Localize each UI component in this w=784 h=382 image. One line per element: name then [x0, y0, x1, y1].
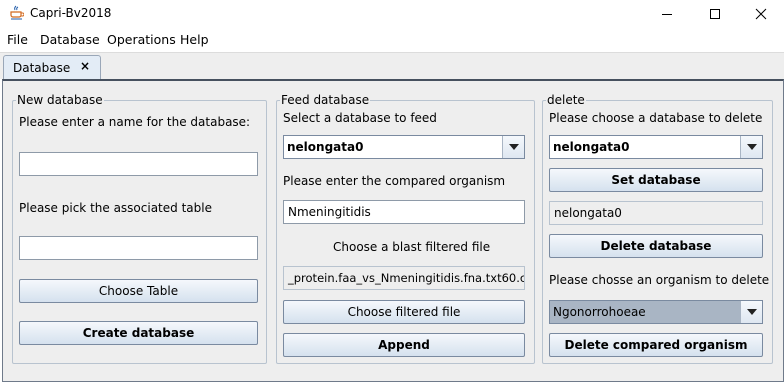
feed-database-group: Feed database Select a database to feed …: [276, 93, 535, 364]
chevron-down-icon[interactable]: [502, 136, 524, 158]
blast-file-path: _protein.faa_vs_Nmeningitidis.fna.txt60.…: [283, 266, 525, 290]
minimize-button[interactable]: [644, 0, 690, 28]
close-icon: [755, 8, 767, 20]
feed-database-select[interactable]: nelongata0: [283, 135, 525, 159]
tab-strip: Database ×: [0, 52, 784, 81]
minimize-icon: [662, 14, 672, 15]
window-title: Capri-Bv2018: [30, 6, 112, 20]
set-database-button[interactable]: Set database: [549, 168, 763, 192]
delete-organism-label: Please chosse an organism to delete: [549, 273, 770, 287]
delete-database-button[interactable]: Delete database: [549, 234, 763, 258]
current-db-field: nelongata0: [549, 201, 763, 225]
choose-filtered-file-button[interactable]: Choose filtered file: [283, 300, 525, 324]
java-app-icon: [10, 5, 24, 20]
choose-table-button[interactable]: Choose Table: [19, 279, 258, 303]
delete-selected-db: nelongata0: [553, 140, 630, 154]
delete-organism-select[interactable]: Ngonorrohoeae: [549, 300, 763, 324]
delete-selected-organism: Ngonorrohoeae: [553, 305, 646, 319]
chevron-down-icon[interactable]: [740, 136, 762, 158]
menu-database[interactable]: Database: [40, 32, 100, 47]
delete-group: delete Please choose a database to delet…: [542, 93, 773, 364]
organism-input[interactable]: Nmeningitidis: [283, 200, 525, 224]
feed-database-legend: Feed database: [280, 93, 371, 107]
new-database-group: New database Please enter a name for the…: [12, 93, 267, 364]
db-name-label: Please enter a name for the database:: [19, 115, 251, 129]
menu-file[interactable]: File: [7, 32, 28, 47]
chevron-down-icon[interactable]: [740, 301, 762, 323]
delete-organism-button[interactable]: Delete compared organism: [549, 333, 763, 357]
menu-help[interactable]: Help: [180, 32, 209, 47]
tab-close-icon[interactable]: ×: [80, 59, 90, 73]
delete-choose-label: Please choose a database to delete: [549, 111, 763, 125]
close-window-button[interactable]: [738, 0, 784, 28]
delete-database-select[interactable]: nelongata0: [549, 135, 763, 159]
organism-label: Please enter the compared organism: [283, 174, 506, 188]
create-database-button[interactable]: Create database: [19, 321, 258, 345]
feed-selected-db: nelongata0: [287, 140, 364, 154]
tab-label: Database: [13, 61, 71, 75]
delete-legend: delete: [546, 93, 586, 107]
title-bar: Capri-Bv2018: [0, 0, 784, 28]
new-database-legend: New database: [16, 93, 104, 107]
menu-bar: File Database Operations Help: [0, 28, 784, 52]
database-panel: New database Please enter a name for the…: [2, 79, 784, 382]
menu-operations[interactable]: Operations: [107, 32, 176, 47]
maximize-button[interactable]: [692, 0, 738, 28]
maximize-icon: [710, 9, 720, 19]
tab-database[interactable]: Database ×: [3, 55, 101, 81]
table-input[interactable]: [19, 236, 258, 260]
blast-file-label: Choose a blast filtered file: [333, 240, 491, 254]
feed-select-label: Select a database to feed: [283, 111, 437, 125]
db-name-input[interactable]: [19, 152, 258, 176]
table-label: Please pick the associated table: [19, 201, 212, 215]
append-button[interactable]: Append: [283, 333, 525, 357]
